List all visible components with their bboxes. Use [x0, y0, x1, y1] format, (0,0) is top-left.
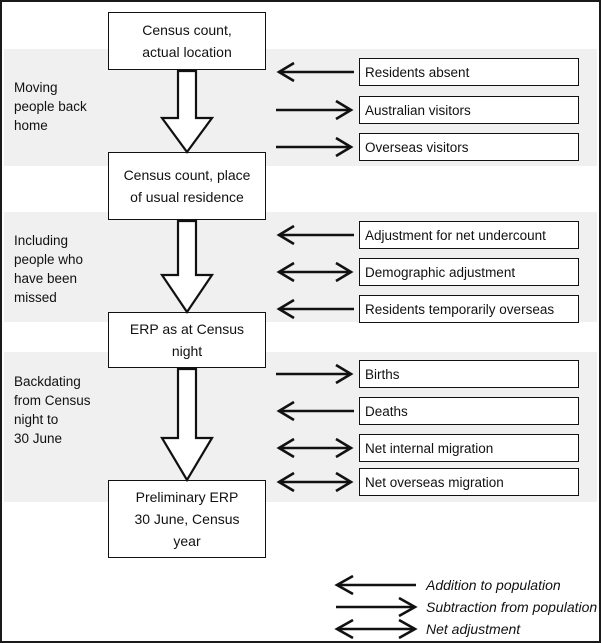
- component-row: Adjustment for net undercount: [274, 221, 579, 249]
- arrow-double-icon: [274, 258, 356, 286]
- component-row: Residents absent: [274, 58, 579, 86]
- stage-label-including-people-missed: Including people who have been missed: [14, 233, 84, 305]
- block-down-arrow-icon-3: [159, 368, 215, 482]
- component-label-australian-visitors: Australian visitors: [359, 96, 579, 124]
- block-down-arrow-icon-2: [159, 220, 215, 314]
- stage-label-moving-people-back-home: Moving people back home: [14, 80, 87, 133]
- component-label-net-internal-migration: Net internal migration: [359, 434, 579, 462]
- legend-label-addition: Addition to population: [426, 577, 561, 593]
- component-label-births: Births: [359, 360, 579, 388]
- component-row: Residents temporarily overseas: [274, 295, 579, 323]
- component-row: Overseas visitors: [274, 133, 579, 161]
- flow-box-preliminary-erp-30-june: Preliminary ERP 30 June, Census year: [108, 480, 266, 558]
- component-row: Births: [274, 360, 579, 388]
- arrow-right-icon: [274, 360, 356, 388]
- arrow-left-icon: [274, 295, 356, 323]
- component-row: Deaths: [274, 397, 579, 425]
- block-down-arrow-icon-1: [159, 70, 215, 154]
- component-label-adjustment-net-undercount: Adjustment for net undercount: [359, 221, 579, 249]
- arrow-right-icon: [274, 96, 356, 124]
- component-label-overseas-visitors: Overseas visitors: [359, 133, 579, 161]
- component-row: Net internal migration: [274, 434, 579, 462]
- legend-label-net-adjustment: Net adjustment: [426, 621, 521, 637]
- arrow-left-icon: [274, 397, 356, 425]
- stage-label-backdating-to-30-june: Backdating from Census night to 30 June: [14, 374, 91, 446]
- arrow-left-icon: [332, 574, 420, 596]
- legend-row-subtraction: Subtraction from population: [332, 596, 597, 618]
- arrow-left-icon: [274, 58, 356, 86]
- arrow-double-icon: [274, 468, 356, 496]
- component-row: Net overseas migration: [274, 468, 579, 496]
- arrow-right-icon: [274, 133, 356, 161]
- arrow-left-icon: [274, 221, 356, 249]
- component-label-demographic-adjustment: Demographic adjustment: [359, 258, 579, 286]
- legend-row-addition: Addition to population: [332, 574, 584, 596]
- flow-box-erp-at-census-night: ERP as at Census night: [108, 312, 266, 368]
- diagram-canvas: Moving people back home Including people…: [0, 0, 601, 643]
- component-label-residents-temporarily-overseas: Residents temporarily overseas: [359, 295, 579, 323]
- arrow-double-icon: [332, 618, 420, 640]
- component-label-deaths: Deaths: [359, 397, 579, 425]
- legend-label-subtraction: Subtraction from population: [426, 599, 598, 615]
- component-row: Demographic adjustment: [274, 258, 579, 286]
- flow-box-census-count-usual-residence: Census count, place of usual residence: [108, 152, 266, 220]
- legend-row-net-adjustment: Net adjustment: [332, 618, 584, 640]
- component-row: Australian visitors: [274, 96, 579, 124]
- arrow-right-icon: [332, 596, 420, 618]
- flow-box-census-count-actual-location: Census count, actual location: [108, 12, 266, 70]
- component-label-residents-absent: Residents absent: [359, 58, 579, 86]
- legend: Addition to population Subtraction from …: [332, 574, 597, 640]
- component-label-net-overseas-migration: Net overseas migration: [359, 468, 579, 496]
- arrow-double-icon: [274, 434, 356, 462]
